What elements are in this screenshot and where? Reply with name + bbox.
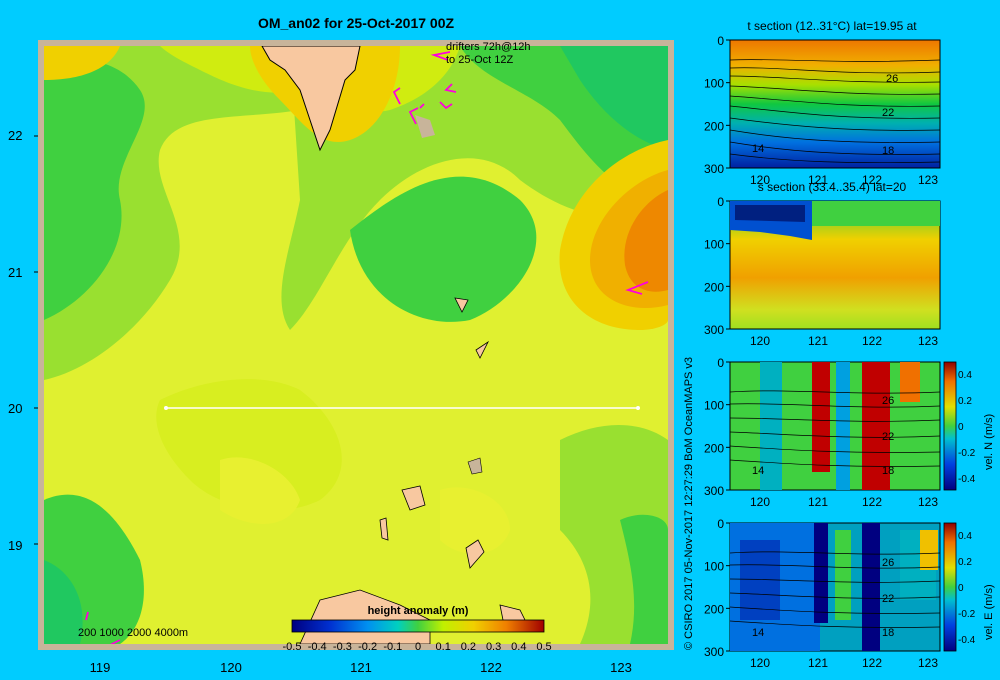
panel-x-tick: 121: [808, 173, 828, 187]
contour-label: 22: [882, 593, 894, 605]
panel-y-tick: 100: [704, 560, 724, 574]
panel-cbar-tick: 0.2: [958, 396, 972, 407]
contour-label: 22: [882, 107, 894, 119]
panel-x-tick: 120: [750, 495, 770, 509]
panel-x-tick: 122: [862, 173, 882, 187]
map-x-tick: 119: [90, 660, 111, 675]
panel-y-tick: 300: [704, 484, 724, 498]
panel-x-tick: 122: [862, 656, 882, 670]
panel-x-tick: 122: [862, 495, 882, 509]
panel-cbar-tick: 0.4: [958, 370, 972, 381]
colorbar-tick: -0.3: [333, 641, 352, 653]
panel-y-tick: 0: [717, 356, 724, 370]
colorbar-tick: 0.3: [486, 641, 501, 653]
panel-cbar-tick: -0.4: [958, 635, 976, 646]
cbar-label: vel. E (m/s): [983, 584, 995, 640]
panel-x-tick: 123: [918, 334, 938, 348]
panel-cbar-tick: -0.2: [958, 448, 976, 459]
contour-label: 14: [752, 143, 764, 155]
map-y-tick: 20: [8, 401, 22, 416]
panel-x-tick: 121: [808, 656, 828, 670]
panel-cbar-tick: 0: [958, 583, 964, 594]
panel-cbar-tick: 0: [958, 422, 964, 433]
map-x-tick: 120: [220, 660, 242, 675]
map-x-ticks: 119 120 121 122 123: [90, 660, 632, 675]
drifters-label-2: to 25-Oct 12Z: [446, 54, 514, 66]
panel-y-tick: 200: [704, 119, 724, 133]
colorbar-tick: -0.4: [308, 641, 327, 653]
panel-cbar-tick: -0.4: [958, 474, 976, 485]
colorbar-tick: 0.5: [536, 641, 551, 653]
contour-label: 26: [886, 73, 898, 85]
map-x-tick: 121: [350, 660, 372, 675]
panel-x-tick: 123: [918, 495, 938, 509]
panel-y-tick: 0: [717, 34, 724, 48]
panel-y-tick: 100: [704, 238, 724, 252]
panel-x-tick: 121: [808, 334, 828, 348]
panel-y-tick: 200: [704, 602, 724, 616]
map-y-tick: 21: [8, 265, 22, 280]
contour-label: 26: [882, 557, 894, 569]
panel-y-tick: 0: [717, 195, 724, 209]
panel-y-tick: 300: [704, 162, 724, 176]
map-x-tick: 123: [610, 660, 632, 675]
map-x-tick: 122: [480, 660, 502, 675]
panel-x-tick: 123: [918, 656, 938, 670]
panel-cbar-tick: 0.2: [958, 557, 972, 568]
panel-title: s section (33.4..35.4) lat=20: [758, 180, 907, 194]
map-y-ticks: 22 21 20 19: [8, 128, 38, 553]
contour-label: 14: [752, 627, 764, 639]
cbar-label: vel. N (m/s): [983, 414, 995, 470]
contour-label: 26: [882, 395, 894, 407]
panel-y-tick: 100: [704, 399, 724, 413]
velE-section-panel: 26 22 18 14 vel. E (m/s): [729, 522, 995, 652]
panel-x-tick: 120: [750, 656, 770, 670]
panel-x-tick: 121: [808, 495, 828, 509]
colorbar-tick: 0.4: [511, 641, 526, 653]
panel-y-tick: 100: [704, 77, 724, 91]
colorbar-tick: 0: [415, 641, 421, 653]
panel-x-tick: 122: [862, 334, 882, 348]
contour-label: 22: [882, 431, 894, 443]
temp-section-panel: t section (12..31°C) lat=19.95 at 26 22 …: [729, 19, 941, 169]
salinity-section-panel: s section (33.4..35.4) lat=20: [729, 180, 941, 330]
velN-section-panel: 26 22 18 14 vel. N (m/s): [729, 361, 995, 491]
colorbar-tick: -0.2: [358, 641, 377, 653]
credit-text: © CSIRO 2017 05-Nov-2017 12:27:29 BoM Oc…: [683, 357, 695, 650]
colorbar-gradient: [291, 619, 545, 633]
panel-cbar-tick: -0.2: [958, 609, 976, 620]
panel-y-tick: 300: [704, 645, 724, 659]
contour-label: 18: [882, 465, 894, 477]
colorbar-tick: 0.2: [461, 641, 476, 653]
drifters-label-1: drifters 72h@12h: [446, 41, 531, 53]
colorbar-tick: -0.5: [283, 641, 302, 653]
colorbar-title: height anomaly (m): [368, 605, 469, 617]
map-field: [44, 46, 668, 644]
panel-cbar-tick: 0.4: [958, 531, 972, 542]
panel-x-tick: 120: [750, 173, 770, 187]
contour-label: 18: [882, 627, 894, 639]
depth-legend: 200 1000 2000 4000m: [78, 627, 188, 639]
panel-y-tick: 300: [704, 323, 724, 337]
panel-x-tick: 120: [750, 334, 770, 348]
main-map: OM_an02 for 25-Oct-2017 00Z drifters 72h…: [8, 15, 674, 675]
panel-y-tick: 200: [704, 441, 724, 455]
map-y-tick: 19: [8, 538, 22, 553]
figure: OM_an02 for 25-Oct-2017 00Z drifters 72h…: [8, 15, 995, 675]
panel-colorbar: [943, 522, 957, 652]
colorbar-tick: 0.1: [436, 641, 451, 653]
panel-x-tick: 123: [918, 173, 938, 187]
map-title: OM_an02 for 25-Oct-2017 00Z: [258, 15, 455, 31]
panel-colorbar: [943, 361, 957, 491]
contour-label: 14: [752, 465, 764, 477]
colorbar-tick: -0.1: [383, 641, 402, 653]
contour-label: 18: [882, 145, 894, 157]
panel-y-tick: 200: [704, 280, 724, 294]
map-y-tick: 22: [8, 128, 22, 143]
panel-y-tick: 0: [717, 517, 724, 531]
panel-title: t section (12..31°C) lat=19.95 at: [747, 19, 917, 33]
